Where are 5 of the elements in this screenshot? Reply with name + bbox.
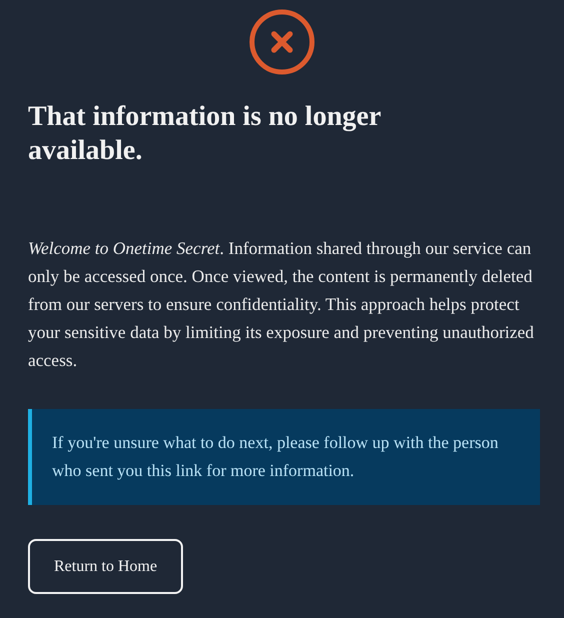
page-heading: That information is no longer available. [28,100,382,168]
notice-text: If you're unsure what to do next, please follow up with the person who sent you this link for more information. [52,432,500,482]
description-text: Welcome to Onetime Secret. Information shared through our service can only be accessed once. Once viewed, the content is permanently deleted from our servers to ensure confidentiality. This approach helps protect your sensitive data by limiting its exposure and preventing unauthorized access. [28,237,535,372]
return-home-button[interactable]: Return to Home [28,539,184,594]
error-icon [248,8,316,76]
